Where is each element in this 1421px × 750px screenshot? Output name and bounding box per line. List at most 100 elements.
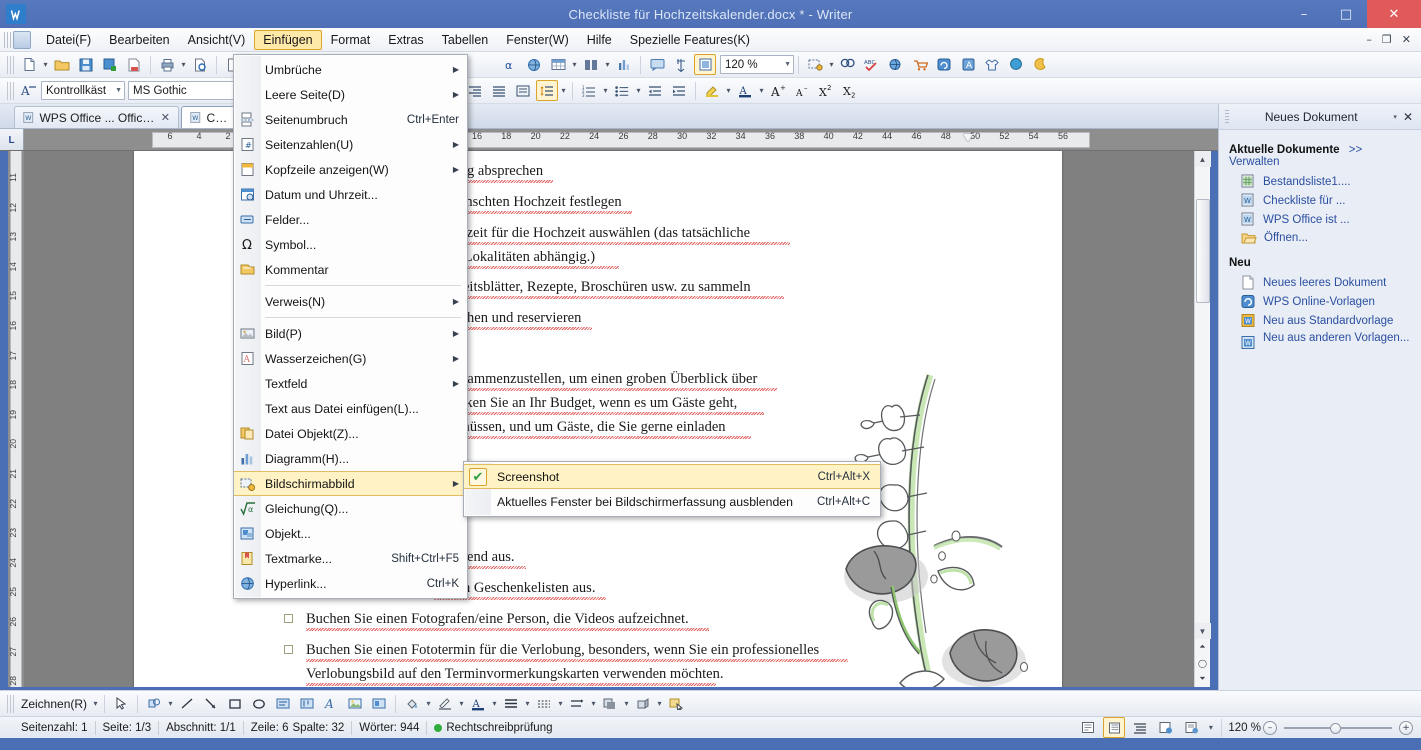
- new-document-icon[interactable]: [18, 54, 40, 75]
- show-formatting-icon[interactable]: [670, 54, 692, 75]
- insert-menu-item-kopfzeile-anzeigen-w[interactable]: Kopfzeile anzeigen(W) ▶: [234, 157, 467, 182]
- numbered-list-icon[interactable]: 123: [578, 80, 600, 101]
- document-canvas[interactable]: teilung absprechen gewünschten Hochzeit f…: [24, 151, 1194, 687]
- close-document-button[interactable]: ✕: [1402, 33, 1411, 46]
- horizontal-ruler[interactable]: L 6 4 2 16 18 20 22 24 26 28 30 32 34 36 38 40 42 44 46 48 5…: [0, 129, 1421, 151]
- menu-bearbeiten[interactable]: Bearbeiten: [100, 30, 178, 50]
- scrollbar-thumb[interactable]: [1195, 199, 1210, 303]
- formula-alpha-icon[interactable]: α: [499, 54, 521, 75]
- line-color-icon[interactable]: [434, 693, 456, 714]
- screenshot-submenu[interactable]: ✔ Screenshot Ctrl+Alt+X Aktuelles Fenste…: [463, 461, 881, 517]
- open-icon[interactable]: [51, 54, 73, 75]
- insert-table-dropdown-icon[interactable]: ▾: [570, 54, 579, 75]
- screenshot-tool-dropdown-icon[interactable]: ▾: [827, 54, 836, 75]
- recent-item-bestandsliste[interactable]: Bestandsliste1....: [1229, 172, 1413, 191]
- insert-menu-item-verweis-n[interactable]: Verweis(N) ▶: [234, 289, 467, 314]
- formatting-toolbar-grip[interactable]: [7, 81, 14, 100]
- tab-stop-selector[interactable]: L: [0, 129, 24, 150]
- shrink-font-icon[interactable]: A –: [791, 80, 813, 101]
- minimize-ribbon-button[interactable]: –: [1366, 33, 1372, 46]
- vertical-scrollbar[interactable]: ▲ ▼ ⏶ ◯ ⏷: [1194, 151, 1211, 687]
- menu-einfuegen[interactable]: Einfügen: [254, 29, 322, 50]
- new-document-dropdown-icon[interactable]: ▾: [41, 54, 50, 75]
- dash-style-dropdown-icon[interactable]: ▾: [556, 693, 565, 714]
- insert-menu-item-text-aus-datei-einf-gen-l[interactable]: Text aus Datei einfügen(L)...: [234, 396, 467, 421]
- insert-menu-item-diagramm-h[interactable]: Diagramm(H)...: [234, 446, 467, 471]
- chevron-down-icon[interactable]: ▼: [112, 87, 122, 94]
- line-spacing-dropdown-icon[interactable]: ▾: [559, 80, 568, 101]
- find-replace-icon[interactable]: [837, 54, 859, 75]
- decrease-indent-icon[interactable]: [644, 80, 666, 101]
- shirt-icon[interactable]: [981, 54, 1003, 75]
- menu-format[interactable]: Format: [322, 30, 380, 50]
- scroll-down-icon[interactable]: ▼: [1194, 623, 1211, 639]
- cloud-sync-icon[interactable]: [933, 54, 955, 75]
- paragraph-style-combo[interactable]: Kontrollkäst ▼: [41, 81, 125, 100]
- translate-icon[interactable]: [885, 54, 907, 75]
- other-templates-item[interactable]: W Neu aus anderen Vorlagen...: [1229, 330, 1413, 352]
- insert-menu-item-umbr-che[interactable]: Umbrüche ▶: [234, 57, 467, 82]
- select-arrow-icon[interactable]: [110, 693, 132, 714]
- outline-view-icon[interactable]: [1129, 717, 1151, 738]
- 3d-style-icon[interactable]: [632, 693, 654, 714]
- insert-menu-item-symbol[interactable]: Ω Symbol...: [234, 232, 467, 257]
- insert-menu-item-datum-und-uhrzeit[interactable]: Datum und Uhrzeit...: [234, 182, 467, 207]
- arrow-icon[interactable]: [200, 693, 222, 714]
- menu-extras[interactable]: Extras: [379, 30, 432, 50]
- save-icon[interactable]: [75, 54, 97, 75]
- distribute-icon[interactable]: [512, 80, 534, 101]
- chevron-down-icon[interactable]: ▼: [781, 61, 791, 68]
- shadow-style-dropdown-icon[interactable]: ▾: [622, 693, 631, 714]
- open-document-item[interactable]: Öffnen...: [1229, 229, 1413, 247]
- drawing-menu-label[interactable]: Zeichnen(R): [17, 697, 91, 711]
- view-options-dropdown-icon[interactable]: ▾: [1206, 717, 1215, 738]
- numbered-list-dropdown-icon[interactable]: ▾: [601, 80, 610, 101]
- dash-style-icon[interactable]: [533, 693, 555, 714]
- screenshot-tool-icon[interactable]: [804, 54, 826, 75]
- online-templates-item[interactable]: WPS Online-Vorlagen: [1229, 292, 1413, 311]
- textbox-horizontal-icon[interactable]: [272, 693, 294, 714]
- right-indent-marker[interactable]: [963, 134, 973, 142]
- menubar-grip[interactable]: [4, 31, 11, 48]
- comment-icon[interactable]: [646, 54, 668, 75]
- insert-menu-item-seitenzahlen-u[interactable]: # Seitenzahlen(U) ▶: [234, 132, 467, 157]
- insert-menu-item-bild-p[interactable]: Bild(P) ▶: [234, 321, 467, 346]
- arrow-style-icon[interactable]: [566, 693, 588, 714]
- chevron-down-icon[interactable]: ▾: [1393, 113, 1397, 121]
- zoom-slider-knob[interactable]: [1330, 722, 1341, 734]
- highlight-color-dropdown-icon[interactable]: ▾: [724, 80, 733, 101]
- rectangle-icon[interactable]: [224, 693, 246, 714]
- doc-tab-wps-office[interactable]: W WPS Office ... Office.doc ✕: [14, 106, 179, 128]
- insert-table-icon[interactable]: [547, 54, 569, 75]
- insert-picture-icon[interactable]: [344, 693, 366, 714]
- minimize-button[interactable]: –: [1283, 0, 1325, 28]
- subscript-icon[interactable]: X2: [839, 80, 861, 101]
- insert-menu-item-kommentar[interactable]: Kommentar: [234, 257, 467, 282]
- wordart-icon[interactable]: A: [320, 693, 342, 714]
- default-template-item[interactable]: W Neu aus Standardvorlage: [1229, 311, 1413, 330]
- drawing-toolbar-grip[interactable]: [7, 694, 14, 713]
- submenu-item-screenshot[interactable]: ✔ Screenshot Ctrl+Alt+X: [464, 464, 880, 489]
- next-page-icon[interactable]: ⏷: [1195, 671, 1211, 687]
- select-objects-icon[interactable]: [665, 693, 687, 714]
- insert-hyperlink-icon[interactable]: [523, 54, 545, 75]
- web-layout-view-icon[interactable]: [1155, 717, 1177, 738]
- print-preview-icon[interactable]: [189, 54, 211, 75]
- print-icon[interactable]: [156, 54, 178, 75]
- menu-ansicht[interactable]: Ansicht(V): [179, 30, 255, 50]
- new-blank-document-item[interactable]: Neues leeres Dokument: [1229, 273, 1413, 292]
- line-style-icon[interactable]: [500, 693, 522, 714]
- zoom-in-button[interactable]: +: [1399, 720, 1413, 735]
- vertical-ruler[interactable]: 11 12 13 14 15 16 17 18 19 20 21 22 23 24 25 26 27 28: [8, 151, 24, 687]
- insert-menu-item-gleichung-q[interactable]: α Gleichung(Q)...: [234, 496, 467, 521]
- print-dropdown-icon[interactable]: ▾: [179, 54, 188, 75]
- menu-spezielle-features[interactable]: Spezielle Features(K): [621, 30, 759, 50]
- shadow-style-icon[interactable]: [599, 693, 621, 714]
- insert-menu-item-textfeld[interactable]: Textfeld ▶: [234, 371, 467, 396]
- menu-datei[interactable]: Datei(F): [37, 30, 100, 50]
- insert-menu-dropdown[interactable]: Umbrüche ▶ Leere Seite(D) ▶ Seitenumbruch Ctr…: [233, 54, 468, 599]
- zoom-out-button[interactable]: –: [1263, 720, 1277, 735]
- close-button[interactable]: ✕: [1367, 0, 1421, 28]
- menu-tabellen[interactable]: Tabellen: [433, 30, 498, 50]
- document-info-icon[interactable]: A: [957, 54, 979, 75]
